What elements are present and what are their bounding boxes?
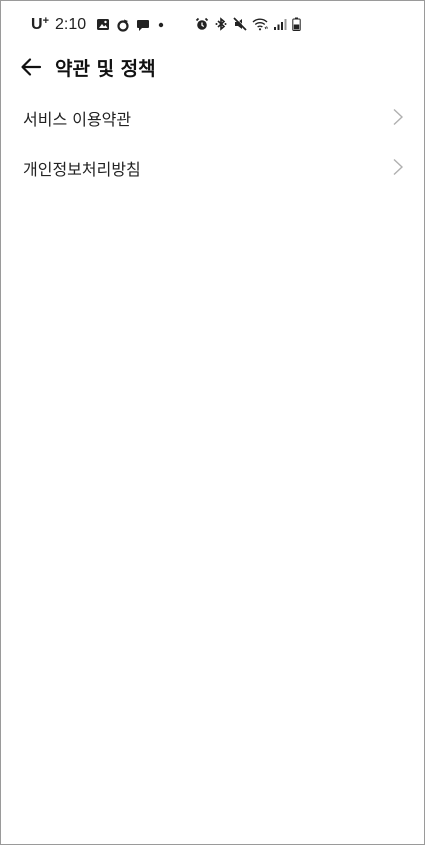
status-left: U+ 2:10 [31, 15, 166, 34]
alarm-icon [195, 17, 209, 31]
menu-item-terms-of-service[interactable]: 서비스 이용약관 [1, 92, 424, 142]
battery-icon [292, 17, 301, 31]
arrow-left-icon [20, 57, 42, 77]
mute-icon [233, 17, 247, 31]
menu-item-privacy-policy[interactable]: 개인정보처리방침 [1, 142, 424, 192]
page-title: 약관 및 정책 [55, 58, 156, 80]
wifi-icon [252, 17, 268, 31]
chevron-right-icon [392, 108, 404, 126]
policy-menu-list: 서비스 이용약관 개인정보처리방침 [1, 92, 424, 192]
status-right [195, 17, 301, 31]
menu-item-label: 서비스 이용약관 [23, 110, 132, 129]
app-bar: 약관 및 정책 [1, 47, 424, 87]
carrier-label: U+ [31, 15, 49, 33]
chevron-right-icon [392, 158, 404, 176]
sync-icon [116, 18, 130, 32]
chat-icon [136, 18, 150, 32]
signal-icon [273, 17, 287, 31]
clock: 2:10 [55, 15, 87, 33]
bluetooth-icon [214, 17, 228, 31]
dot-icon [156, 20, 166, 30]
back-button[interactable] [15, 53, 47, 81]
gallery-icon [96, 18, 110, 31]
menu-item-label: 개인정보처리방침 [23, 160, 141, 179]
status-bar: U+ 2:10 [1, 1, 424, 47]
phone-screen: U+ 2:10 약관 및 정책 서비스 이용약관 개인정보처리방침 [0, 0, 425, 845]
